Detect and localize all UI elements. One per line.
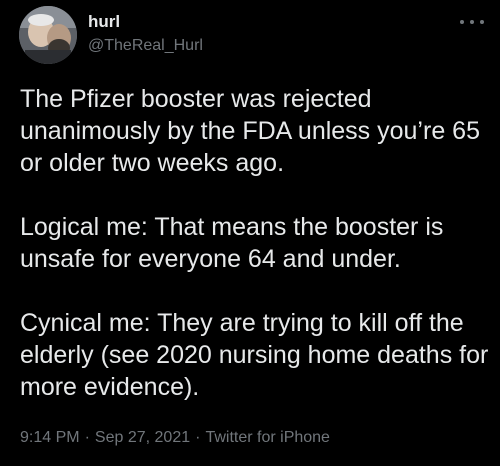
avatar-photo bbox=[19, 6, 77, 64]
tweet-paragraph: Logical me: That means the booster is un… bbox=[20, 213, 444, 273]
avatar[interactable] bbox=[19, 6, 77, 64]
tweet-paragraph: Cynical me: They are trying to kill off … bbox=[20, 309, 489, 401]
tweet-metadata: 9:14 PM · Sep 27, 2021 · Twitter for iPhone bbox=[20, 428, 330, 448]
user-handle[interactable]: @TheReal_Hurl bbox=[88, 36, 203, 56]
tweet: hurl @TheReal_Hurl The Pfizer booster wa… bbox=[0, 0, 500, 466]
tweet-text: The Pfizer booster was rejected unanimou… bbox=[20, 83, 490, 403]
meta-separator: · bbox=[84, 429, 90, 446]
more-icon bbox=[470, 20, 474, 24]
more-icon bbox=[480, 20, 484, 24]
more-icon bbox=[460, 20, 464, 24]
tweet-date[interactable]: Sep 27, 2021 bbox=[95, 429, 190, 446]
more-options-button[interactable] bbox=[460, 14, 484, 30]
display-name[interactable]: hurl bbox=[88, 12, 203, 32]
tweet-paragraph: The Pfizer booster was rejected unanimou… bbox=[20, 85, 480, 177]
meta-separator: · bbox=[195, 429, 201, 446]
tweet-author[interactable]: hurl @TheReal_Hurl bbox=[88, 12, 203, 56]
tweet-source[interactable]: Twitter for iPhone bbox=[205, 429, 330, 446]
tweet-time[interactable]: 9:14 PM bbox=[20, 429, 80, 446]
